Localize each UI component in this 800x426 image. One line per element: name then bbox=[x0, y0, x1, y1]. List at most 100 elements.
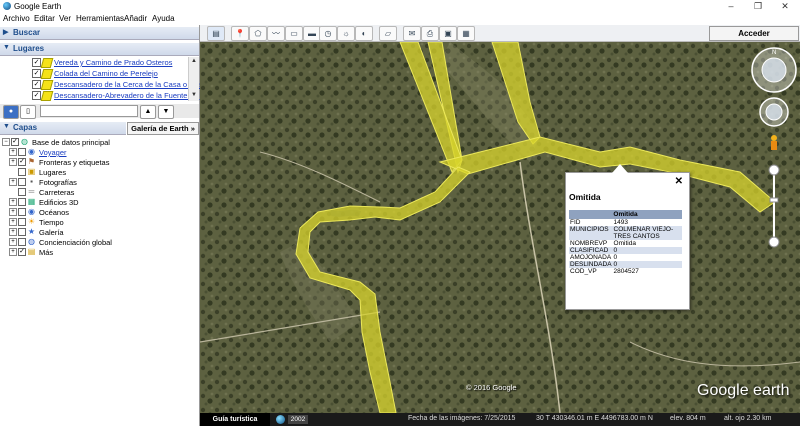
collapse-icon[interactable]: − bbox=[2, 138, 10, 146]
expand-icon[interactable]: + bbox=[9, 248, 17, 256]
switch-planet-icon[interactable]: ◐ bbox=[355, 26, 373, 41]
menu-archivo[interactable]: Archivo bbox=[3, 14, 30, 23]
attr-value: 0 bbox=[613, 254, 618, 261]
checkbox[interactable] bbox=[18, 198, 26, 206]
add-placemark-icon[interactable]: 📍 bbox=[231, 26, 249, 41]
checkbox[interactable]: ✓ bbox=[32, 80, 41, 89]
layers-section-header[interactable]: ▼ Capas bbox=[0, 122, 126, 135]
voyager-icon: ◉ bbox=[28, 147, 35, 156]
close-icon[interactable]: ✕ bbox=[675, 176, 683, 187]
checkbox[interactable] bbox=[18, 238, 26, 246]
search-icon[interactable]: ● bbox=[3, 105, 19, 119]
save-image-icon[interactable]: ▣ bbox=[439, 26, 457, 41]
places-search-input[interactable] bbox=[40, 105, 138, 117]
list-item[interactable]: ✓ Descansadero de la Cerca de la Casa o … bbox=[0, 79, 205, 90]
map-view[interactable]: N © 2016 Google Google earth bbox=[200, 42, 800, 413]
search-section-header[interactable]: ▶ Buscar bbox=[0, 27, 199, 40]
checkbox[interactable]: ✓ bbox=[32, 91, 41, 100]
elevation: elev. 804 m bbox=[670, 415, 706, 422]
layer-item[interactable]: − ✓ ◍ Base de datos principal bbox=[0, 137, 199, 147]
sidebar-toggle-icon[interactable]: ▤ bbox=[207, 26, 225, 41]
expand-icon[interactable]: + bbox=[9, 208, 17, 216]
checkbox[interactable] bbox=[18, 178, 26, 186]
checkbox[interactable] bbox=[18, 228, 26, 236]
layer-item[interactable]: + ☀ Tiempo bbox=[0, 217, 199, 227]
ruler-icon[interactable]: ▱ bbox=[379, 26, 397, 41]
email-icon[interactable]: ✉ bbox=[403, 26, 421, 41]
checkbox[interactable] bbox=[18, 168, 26, 176]
panel-toggle-icon[interactable]: ▯ bbox=[20, 105, 36, 119]
checkbox[interactable] bbox=[18, 148, 26, 156]
historical-imagery-icon[interactable]: ◷ bbox=[319, 26, 337, 41]
scroll-up-icon[interactable]: ▲ bbox=[190, 58, 198, 66]
list-item[interactable]: ✓ Descansadero-Abrevadero de la Fuente d… bbox=[0, 90, 200, 101]
attribute-table: Omitida FID 1493 MUNICIPIOS COLMENAR VIEJO… bbox=[569, 210, 682, 275]
add-overlay-icon[interactable]: ▭ bbox=[285, 26, 303, 41]
expand-icon[interactable]: + bbox=[9, 198, 17, 206]
checkbox[interactable]: ✓ bbox=[32, 69, 41, 78]
sunlight-icon[interactable]: ☼ bbox=[337, 26, 355, 41]
attr-key: CLASIFICAD bbox=[569, 247, 613, 254]
place-link[interactable]: Vereda y Camino de Prado Osteros bbox=[54, 58, 172, 67]
checkbox[interactable]: ✓ bbox=[32, 58, 41, 67]
menu-herramientas[interactable]: Herramientas bbox=[76, 14, 124, 23]
close-window-button[interactable]: ✕ bbox=[778, 1, 792, 12]
menu-editar[interactable]: Editar bbox=[34, 14, 55, 23]
table-row: DESLINDADA 0 bbox=[569, 261, 682, 268]
checkbox[interactable] bbox=[18, 188, 26, 196]
expand-icon[interactable]: + bbox=[9, 228, 17, 236]
earth-gallery-button[interactable]: Galería de Earth » bbox=[127, 122, 199, 135]
layer-label[interactable]: Voyager bbox=[39, 148, 67, 157]
expand-icon[interactable]: + bbox=[9, 178, 17, 186]
checkbox[interactable] bbox=[18, 208, 26, 216]
print-icon[interactable]: ⎙ bbox=[421, 26, 439, 41]
layer-item[interactable]: + ◍ Concienciación global bbox=[0, 237, 199, 247]
year-badge[interactable]: 2002 bbox=[288, 415, 308, 424]
layer-item[interactable]: + ◉ Voyager bbox=[0, 147, 199, 157]
navigation-controls[interactable]: N bbox=[750, 46, 798, 296]
place-link[interactable]: Descansadero de la Cerca de la Casa o Ti… bbox=[54, 80, 205, 89]
layer-item[interactable]: + ▪ Fotografías bbox=[0, 177, 199, 187]
place-link[interactable]: Colada del Camino de Perelejo bbox=[54, 69, 158, 78]
view-in-maps-icon[interactable]: ▦ bbox=[457, 26, 475, 41]
layer-item[interactable]: + ✓ ⚑ Fronteras y etiquetas bbox=[0, 157, 199, 167]
expand-icon[interactable]: + bbox=[9, 238, 17, 246]
list-item[interactable]: ✓ Colada del Camino de Perelejo bbox=[0, 68, 188, 79]
sign-in-button[interactable]: Acceder bbox=[709, 26, 799, 41]
roads-icon: ═ bbox=[28, 187, 35, 196]
expand-icon[interactable]: + bbox=[9, 158, 17, 166]
checkbox[interactable]: ✓ bbox=[11, 138, 19, 146]
list-item[interactable]: ✓ Vereda y Camino de Prado Osteros bbox=[0, 57, 188, 68]
expand-icon[interactable]: + bbox=[9, 148, 17, 156]
polygon-icon bbox=[40, 69, 54, 79]
places-section-header[interactable]: ▼ Lugares bbox=[0, 43, 199, 56]
place-link[interactable]: Descansadero-Abrevadero de la Fuente del bbox=[54, 91, 200, 100]
menu-anadir[interactable]: Añadir bbox=[124, 14, 147, 23]
menu-ver[interactable]: Ver bbox=[59, 14, 71, 23]
layer-item[interactable]: + ★ Galería bbox=[0, 227, 199, 237]
maximize-button[interactable]: ❐ bbox=[751, 1, 765, 12]
minimize-button[interactable]: – bbox=[724, 1, 738, 11]
expand-icon[interactable]: + bbox=[9, 218, 17, 226]
scroll-down-icon[interactable]: ▼ bbox=[190, 92, 198, 100]
add-polygon-icon[interactable]: ⬠ bbox=[249, 26, 267, 41]
places-scrollbar[interactable]: ▲ ▼ bbox=[188, 57, 199, 101]
layer-label: Edificios 3D bbox=[39, 198, 79, 207]
layer-item[interactable]: + ✓ ▤ Más bbox=[0, 247, 199, 257]
checkbox[interactable]: ✓ bbox=[18, 158, 26, 166]
layer-item[interactable]: ═ Carreteras bbox=[0, 187, 199, 197]
layer-item[interactable]: + ◉ Océanos bbox=[0, 207, 199, 217]
layer-item[interactable]: + ▦ Edificios 3D bbox=[0, 197, 199, 207]
add-path-icon[interactable]: 〰 bbox=[267, 26, 285, 41]
checkbox[interactable] bbox=[18, 218, 26, 226]
search-section-label: Buscar bbox=[13, 28, 41, 37]
layer-item[interactable]: ▣ Lugares bbox=[0, 167, 199, 177]
layer-label: Océanos bbox=[39, 208, 70, 217]
move-up-button[interactable]: ▲ bbox=[140, 105, 156, 119]
tour-guide-button[interactable]: Guía turística bbox=[200, 413, 270, 426]
move-down-button[interactable]: ▼ bbox=[158, 105, 174, 119]
menu-ayuda[interactable]: Ayuda bbox=[152, 14, 175, 23]
checkbox[interactable]: ✓ bbox=[18, 248, 26, 256]
attr-value: 0 bbox=[612, 261, 682, 268]
borders-icon: ⚑ bbox=[27, 157, 36, 166]
